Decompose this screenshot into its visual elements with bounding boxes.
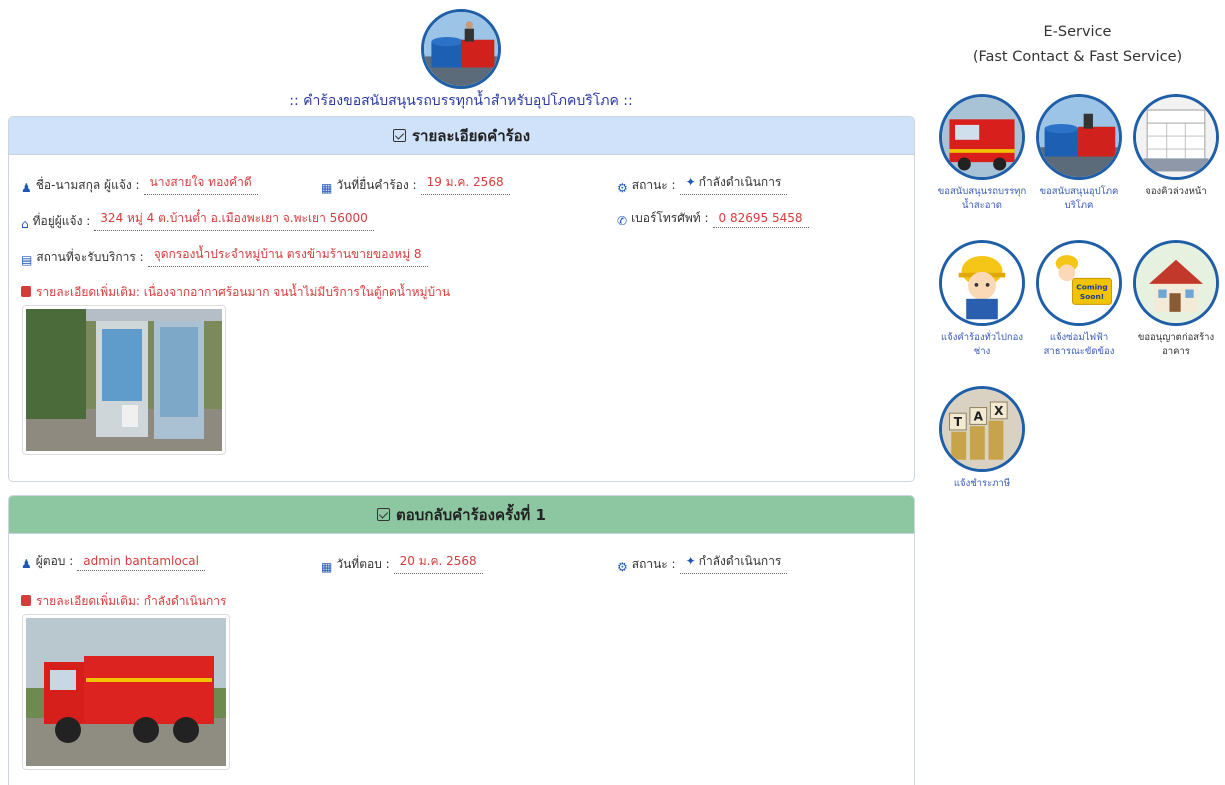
svg-text:A: A [974,410,984,424]
request-details-card: รายละเอียดคำร้อง ♟ ชื่อ-นามสกุล ผู้แจ้ง … [8,116,915,482]
reply-date-value: 20 ม.ค. 2568 [393,552,483,574]
header-logo-image [421,9,501,89]
request-card-header: รายละเอียดคำร้อง [9,117,914,155]
calendar-icon: ▦ [321,181,333,195]
user-icon: ♟ [21,557,32,571]
fire-truck-icon [939,94,1025,180]
requester-label: ชื่อ-นามสกุล ผู้แจ้ง : [35,178,140,192]
service-general-engineering[interactable]: แจ้งคำร้องทั่วไปกองช่าง [934,240,1030,359]
phone-label: เบอร์โทรศัพท์ : [631,211,709,225]
checkbox-icon [377,508,391,521]
engineer-icon [939,240,1025,326]
reply-detail-note: รายละเอียดเพิ่มเติม: กำลังดำเนินการ [21,592,226,611]
request-photo[interactable] [22,305,226,455]
building-icon: ▤ [21,253,33,267]
address-value: 324 หมู่ 4 ต.บ้านต๋ำ อ.เมืองพะเยา จ.พะเย… [94,209,374,231]
request-detail-note: รายละเอียดเพิ่มเติม: เนื่องจากอากาศร้อนม… [21,283,450,302]
phone-icon: ✆ [617,214,628,228]
e-service-title-line2: (Fast Contact & Fast Service) [972,49,1183,65]
responder-label: ผู้ตอบ : [35,554,74,568]
reply-date-label: วันที่ตอบ : [336,557,390,571]
request-status-label: สถานะ : [631,178,676,192]
submit-date-label: วันที่ยื่นคำร้อง : [336,178,417,192]
request-detail-text: รายละเอียดเพิ่มเติม: เนื่องจากอากาศร้อนม… [36,285,451,299]
page-title: :: คำร้องขอสนับสนุนรถบรรทุกน้ำสำหรับอุปโ… [289,93,633,109]
svg-text:Coming: Coming [1076,283,1107,292]
svg-text:Soon!: Soon! [1080,292,1104,301]
service-consumption-support[interactable]: ขอสนับสนุนอุปโภคบริโภค [1031,94,1127,213]
running-icon: ✦ [685,554,696,568]
reply-status-label: สถานะ : [631,557,676,571]
service-label: ขอสนับสนุนรถบรรทุกน้ำสะอาด [937,186,1027,211]
reply-photo[interactable] [22,614,230,770]
water-truck-icon [1036,94,1122,180]
reply-status-field: ⚙ สถานะ : ✦ กำลังดำเนินการ [617,552,788,574]
requester-field: ♟ ชื่อ-นามสกุล ผู้แจ้ง : นางสายใจ ทองคำด… [21,173,258,195]
coming-soon-icon: Coming Soon! [1036,240,1122,326]
requester-value: นางสายใจ ทองคำดี [143,173,258,195]
service-label: แจ้งคำร้องทั่วไปกองช่าง [941,332,1023,357]
calendar-icon [1133,94,1219,180]
service-label: ขอสนับสนุนอุปโภคบริโภค [1039,186,1119,211]
service-place-label: สถานที่จะรับบริการ : [36,250,144,264]
service-label: แจ้งซ่อมไฟฟ้าสาธารณะขัดข้อง [1043,332,1115,357]
user-icon: ♟ [21,181,32,195]
note-icon [21,595,31,606]
submit-date-field: ▦ วันที่ยื่นคำร้อง : 19 ม.ค. 2568 [321,173,510,195]
svg-text:T: T [954,415,963,429]
reply-card: ตอบกลับคำร้องครั้งที่ 1 ♟ ผู้ตอบ : admin… [8,495,915,785]
service-electric-repair[interactable]: Coming Soon! แจ้งซ่อมไฟฟ้าสาธารณะขัดข้อง [1031,240,1127,359]
address-field: ⌂ ที่อยู่ผู้แจ้ง : 324 หมู่ 4 ต.บ้านต๋ำ … [21,209,374,231]
reply-status-text: กำลังดำเนินการ [698,554,782,568]
note-icon [21,286,31,297]
service-place-value: จุดกรองน้ำประจำหมู่บ้าน ตรงข้ามร้านขายขอ… [147,245,428,267]
running-icon: ✦ [685,175,696,189]
svg-text:X: X [994,404,1004,418]
service-queue-booking[interactable]: จองคิวล่วงหน้า [1128,94,1224,199]
reply-date-field: ▦ วันที่ตอบ : 20 ม.ค. 2568 [321,552,483,574]
request-status-value: ✦ กำลังดำเนินการ [679,173,788,195]
service-building-permit[interactable]: ขออนุญาตก่อสร้างอาคาร [1128,240,1224,359]
reply-card-header: ตอบกลับคำร้องครั้งที่ 1 [9,496,914,534]
service-tax-payment[interactable]: T A X แจ้งชำระภาษี [934,386,1030,491]
e-service-title-line1: E-Service [1043,24,1112,40]
responder-field: ♟ ผู้ตอบ : admin bantamlocal [21,552,205,571]
calendar-icon: ▦ [321,560,333,574]
main-content: :: คำร้องขอสนับสนุนรถบรรทุกน้ำสำหรับอุปโ… [0,0,922,785]
phone-field: ✆ เบอร์โทรศัพท์ : 0 82695 5458 [617,209,809,228]
request-card-title: รายละเอียดคำร้อง [411,126,531,145]
reply-card-title: ตอบกลับคำร้องครั้งที่ 1 [396,505,546,524]
e-service-title: E-Service (Fast Contact & Fast Service) [930,20,1225,70]
house-icon [1133,240,1219,326]
service-water-truck[interactable]: ขอสนับสนุนรถบรรทุกน้ำสะอาด [934,94,1030,213]
responder-value: admin bantamlocal [77,554,205,571]
gear-icon: ⚙ [617,560,628,574]
service-label: ขออนุญาตก่อสร้างอาคาร [1137,332,1215,357]
tax-icon: T A X [939,386,1025,472]
phone-value: 0 82695 5458 [712,211,809,228]
service-label: จองคิวล่วงหน้า [1145,186,1207,197]
reply-status-value: ✦ กำลังดำเนินการ [679,552,788,574]
reply-detail-text: รายละเอียดเพิ่มเติม: กำลังดำเนินการ [36,594,227,608]
service-place-field: ▤ สถานที่จะรับบริการ : จุดกรองน้ำประจำหม… [21,245,428,267]
submit-date-value: 19 ม.ค. 2568 [420,173,510,195]
e-service-sidebar: E-Service (Fast Contact & Fast Service) … [930,0,1225,785]
request-status-field: ⚙ สถานะ : ✦ กำลังดำเนินการ [617,173,788,195]
gear-icon: ⚙ [617,181,628,195]
service-label: แจ้งชำระภาษี [953,478,1011,489]
checkbox-icon [392,129,406,142]
home-icon: ⌂ [21,217,29,231]
address-label: ที่อยู่ผู้แจ้ง : [32,214,91,228]
request-status-text: กำลังดำเนินการ [698,175,782,189]
